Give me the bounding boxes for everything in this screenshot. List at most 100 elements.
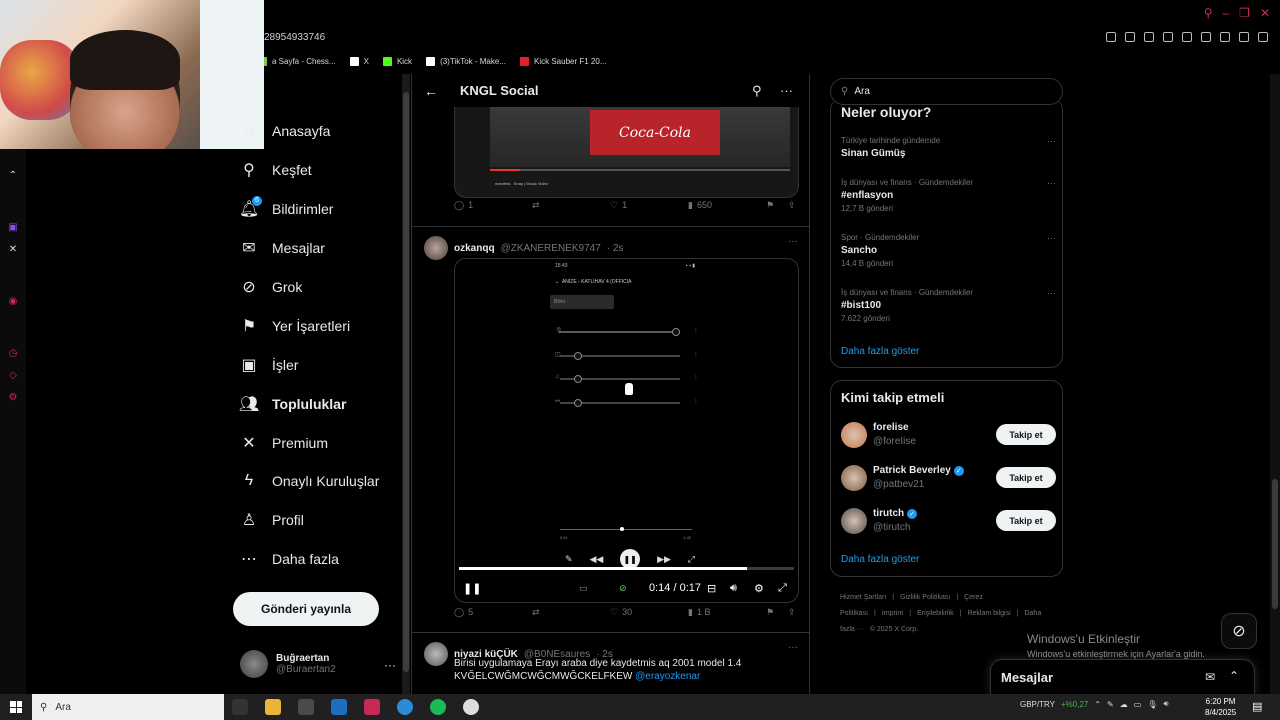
clock-icon[interactable]: ◷: [8, 349, 18, 359]
sidebar-item[interactable]: ⌂ Anasayfa: [230, 112, 400, 151]
search-icon[interactable]: ⚲: [752, 83, 762, 99]
reply-button[interactable]: ◯ 1: [454, 200, 473, 211]
back-arrow-icon[interactable]: ←: [424, 83, 438, 99]
file-explorer-icon[interactable]: [265, 699, 281, 715]
ticker-label[interactable]: GBP/TRY: [1020, 700, 1055, 709]
caption-icon[interactable]: ▭: [579, 583, 588, 594]
store-icon[interactable]: [298, 699, 314, 715]
clock[interactable]: 6:20 PM 8/4/2025: [1205, 696, 1236, 718]
trend-item[interactable]: Spor · Gündemdekiler Sancho 14,4 B gönderi…: [841, 233, 1056, 268]
user-name[interactable]: tirutch ✓: [873, 508, 918, 519]
search-icon[interactable]: ⚲: [1204, 6, 1213, 20]
mention-link[interactable]: @erayozkenar: [635, 671, 700, 682]
user-name[interactable]: forelise: [873, 422, 909, 433]
follow-suggestion[interactable]: forelise @foreIise Takip et: [841, 420, 1056, 450]
pause-icon[interactable]: ❚❚: [463, 582, 481, 595]
more-icon[interactable]: ···: [1047, 178, 1056, 188]
bookmark-item[interactable]: Kick: [382, 56, 412, 66]
more-icon[interactable]: ···: [384, 658, 396, 672]
task-view-icon[interactable]: [232, 699, 248, 715]
fullscreen-icon[interactable]: ⤢: [778, 582, 787, 595]
minimize-icon[interactable]: –: [1222, 6, 1229, 20]
bookmark-item[interactable]: Kick Sauber F1 20...: [520, 56, 606, 66]
more-icon[interactable]: ···: [1047, 233, 1056, 243]
taskbar-search[interactable]: ⚲ Ara: [32, 694, 224, 720]
address-bar[interactable]: 28954933746: [264, 32, 325, 43]
sidebar-item[interactable]: ▣ İşler: [230, 345, 400, 384]
sidebar-item[interactable]: ⚑ Yer İşaretleri: [230, 306, 400, 345]
volume-icon[interactable]: 🔊︎: [1163, 699, 1168, 709]
more-icon[interactable]: ···: [788, 236, 798, 247]
download-icon[interactable]: [1239, 32, 1249, 42]
like-button[interactable]: ♡ 30: [610, 607, 632, 618]
share-button[interactable]: ⇪: [788, 607, 796, 618]
show-more-link[interactable]: Daha fazla göster: [841, 346, 919, 357]
x-logo-icon[interactable]: ✕: [8, 245, 18, 255]
share-button[interactable]: ⇪: [788, 200, 796, 211]
reply-button[interactable]: ◯ 5: [454, 607, 473, 618]
views-button[interactable]: ▮ 1 B: [688, 607, 710, 618]
bookmark-button[interactable]: ⚑: [766, 200, 774, 211]
avatar[interactable]: [424, 236, 448, 260]
outlook-icon[interactable]: [331, 699, 347, 715]
bookmark-item[interactable]: (3)TikTok - Make...: [426, 56, 506, 66]
follow-button[interactable]: Takip et: [996, 424, 1056, 445]
user-name[interactable]: Patrick Beverley ✓: [873, 465, 964, 476]
trend-item[interactable]: Türkiye tarihinde gündemde Sinan Gümüş ···: [841, 136, 1056, 159]
author-handle[interactable]: @ZKANERENEK9747: [501, 243, 601, 254]
author-name[interactable]: ozkanqq: [454, 243, 495, 254]
screenshot-icon[interactable]: [1125, 32, 1135, 42]
sidebar-item[interactable]: ϟ Onaylı Kuruluşlar: [230, 462, 400, 501]
share-icon[interactable]: [1220, 32, 1230, 42]
footer-link[interactable]: Erişilebilirlik: [917, 610, 954, 617]
start-button[interactable]: [10, 701, 22, 713]
shield-icon[interactable]: [1144, 32, 1154, 42]
cloud-icon[interactable]: ☁: [1120, 700, 1128, 709]
retweet-button[interactable]: ⇄: [532, 607, 540, 618]
post-button[interactable]: Gönderi yayınla: [233, 592, 379, 626]
avatar[interactable]: [841, 508, 867, 534]
like-button[interactable]: ♡ 1: [610, 200, 627, 211]
sidebar-item[interactable]: ⋯ Daha fazla: [230, 540, 400, 579]
sidebar-item[interactable]: ♙ Profil: [230, 501, 400, 540]
footer-link[interactable]: Imprint: [882, 610, 903, 617]
notifications-icon[interactable]: ▤: [1252, 700, 1262, 713]
views-button[interactable]: ▮ 650: [688, 200, 712, 211]
bookmark-item[interactable]: a Sayfa - Chess...: [258, 56, 336, 66]
messages-dock[interactable]: Mesajlar ✉ ⌃: [990, 659, 1255, 695]
record-icon[interactable]: ◉: [8, 297, 18, 307]
trend-item[interactable]: İş dünyası ve finans · Gündemdekiler #bis…: [841, 288, 1056, 323]
opera-icon[interactable]: [364, 699, 380, 715]
more-icon[interactable]: ···: [788, 642, 798, 653]
trend-item[interactable]: İş dünyası ve finans · Gündemdekiler #enf…: [841, 178, 1056, 213]
chevron-up-icon[interactable]: ⌃: [1094, 700, 1101, 709]
sidebar-item[interactable]: 👥︎ Topluluklar: [230, 384, 400, 423]
footer-link[interactable]: © 2025 X Corp.: [870, 626, 918, 633]
avatar[interactable]: [841, 422, 867, 448]
footer-link[interactable]: Hizmet Şartları: [840, 594, 886, 601]
extensions-icon[interactable]: [1201, 32, 1211, 42]
twitch-icon[interactable]: ▣: [8, 223, 18, 233]
volume-icon[interactable]: 🔊︎: [730, 582, 737, 595]
account-switcher[interactable]: Buğraertan @Buraertan2 ···: [240, 650, 396, 678]
footer-link[interactable]: Gizlilik Politikası: [900, 594, 950, 601]
retweet-button[interactable]: ⇄: [532, 200, 540, 211]
show-more-link[interactable]: Daha fazla göster: [841, 554, 919, 565]
pin-icon[interactable]: [1106, 32, 1116, 42]
more-icon[interactable]: ···: [1047, 288, 1056, 298]
link-icon[interactable]: ◇: [8, 371, 18, 381]
app-icon[interactable]: ⌃: [8, 171, 18, 181]
bookmark-item[interactable]: X: [349, 56, 369, 66]
expand-icon[interactable]: ⌃: [1229, 669, 1239, 683]
edge-icon[interactable]: [397, 699, 413, 715]
video-progress-bar[interactable]: [459, 567, 794, 570]
sidebar-item[interactable]: ✕ Premium: [230, 423, 400, 462]
more-icon[interactable]: ···: [780, 83, 793, 98]
battery-icon[interactable]: ▭: [1134, 700, 1142, 709]
settings-icon[interactable]: ⚙: [8, 393, 18, 403]
settings-icon[interactable]: ⚙: [754, 582, 764, 595]
new-message-icon[interactable]: ✉: [1205, 670, 1215, 684]
video-thumbnail[interactable]: Coca‑Cola manifest - Snap | Music Video: [454, 107, 799, 198]
follow-button[interactable]: Takip et: [996, 467, 1056, 488]
follow-button[interactable]: Takip et: [996, 510, 1056, 531]
